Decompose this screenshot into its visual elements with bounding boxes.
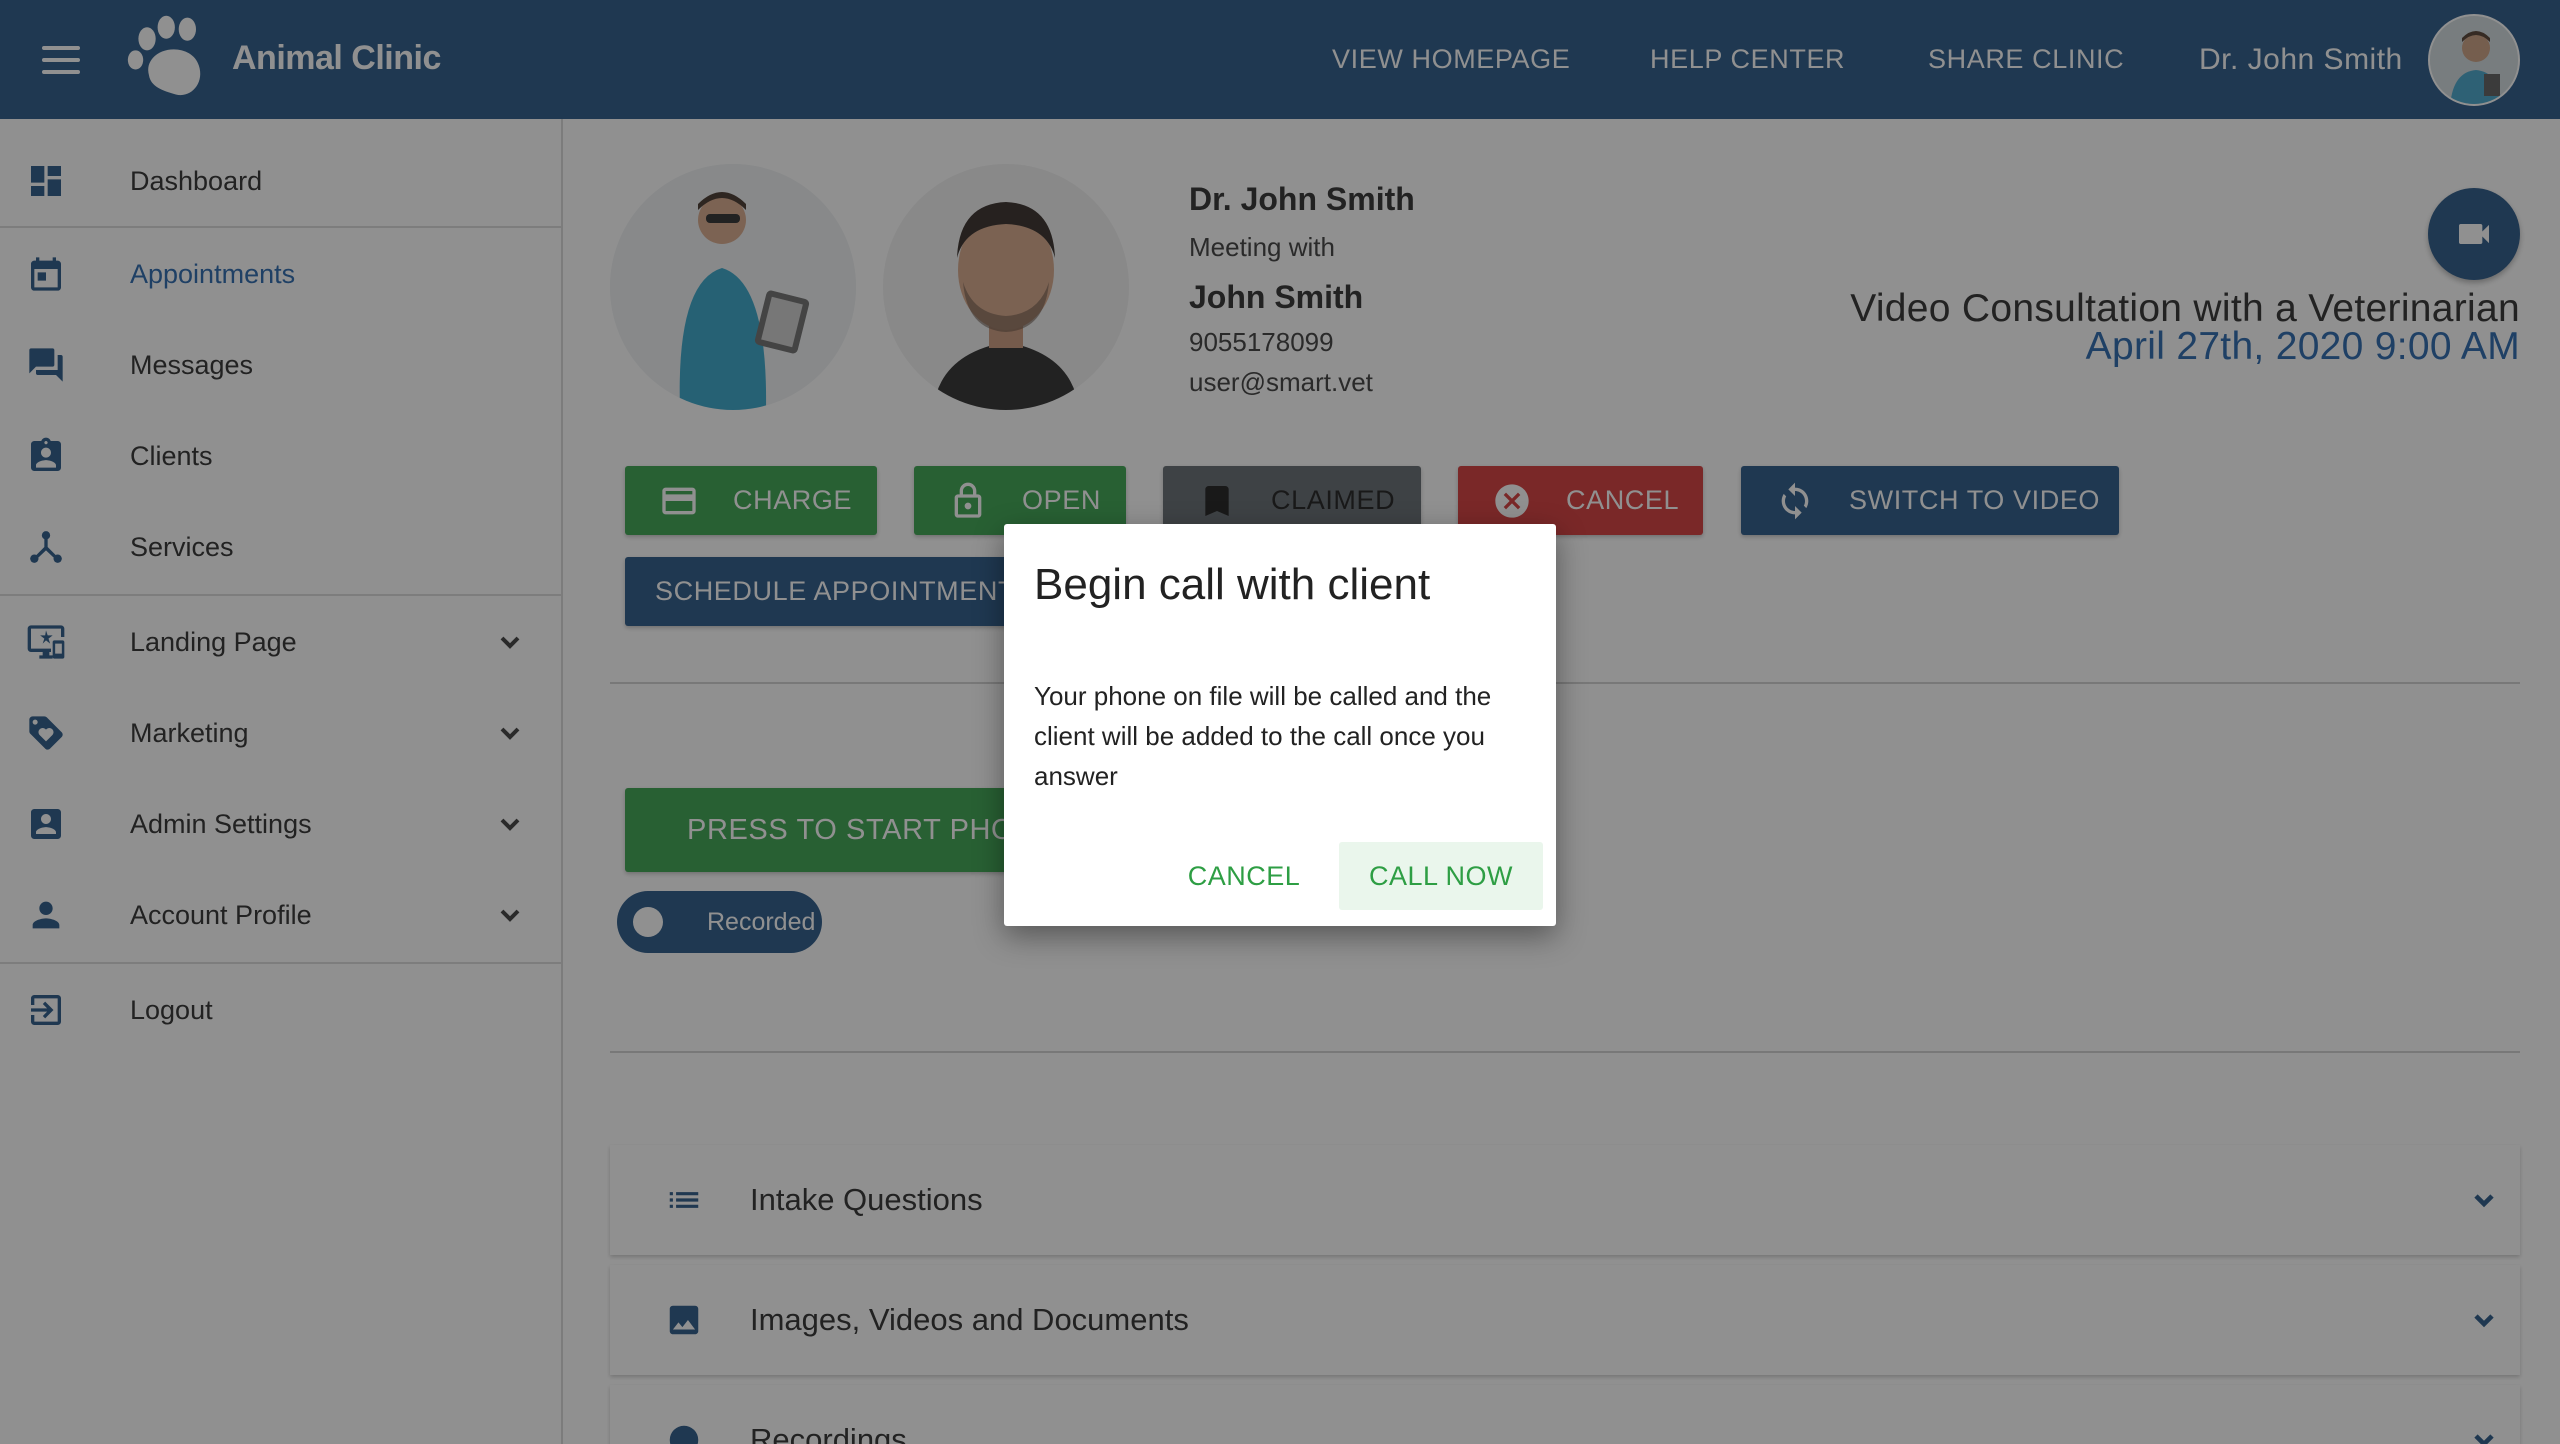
- call-now-button[interactable]: CALL NOW: [1339, 842, 1543, 910]
- dialog-body: Your phone on file will be called and th…: [1034, 681, 1492, 791]
- begin-call-dialog: Begin call with client Your phone on fil…: [1004, 524, 1556, 926]
- dialog-title: Begin call with client: [1034, 560, 1431, 609]
- dialog-cancel-button[interactable]: CANCEL: [1162, 842, 1326, 910]
